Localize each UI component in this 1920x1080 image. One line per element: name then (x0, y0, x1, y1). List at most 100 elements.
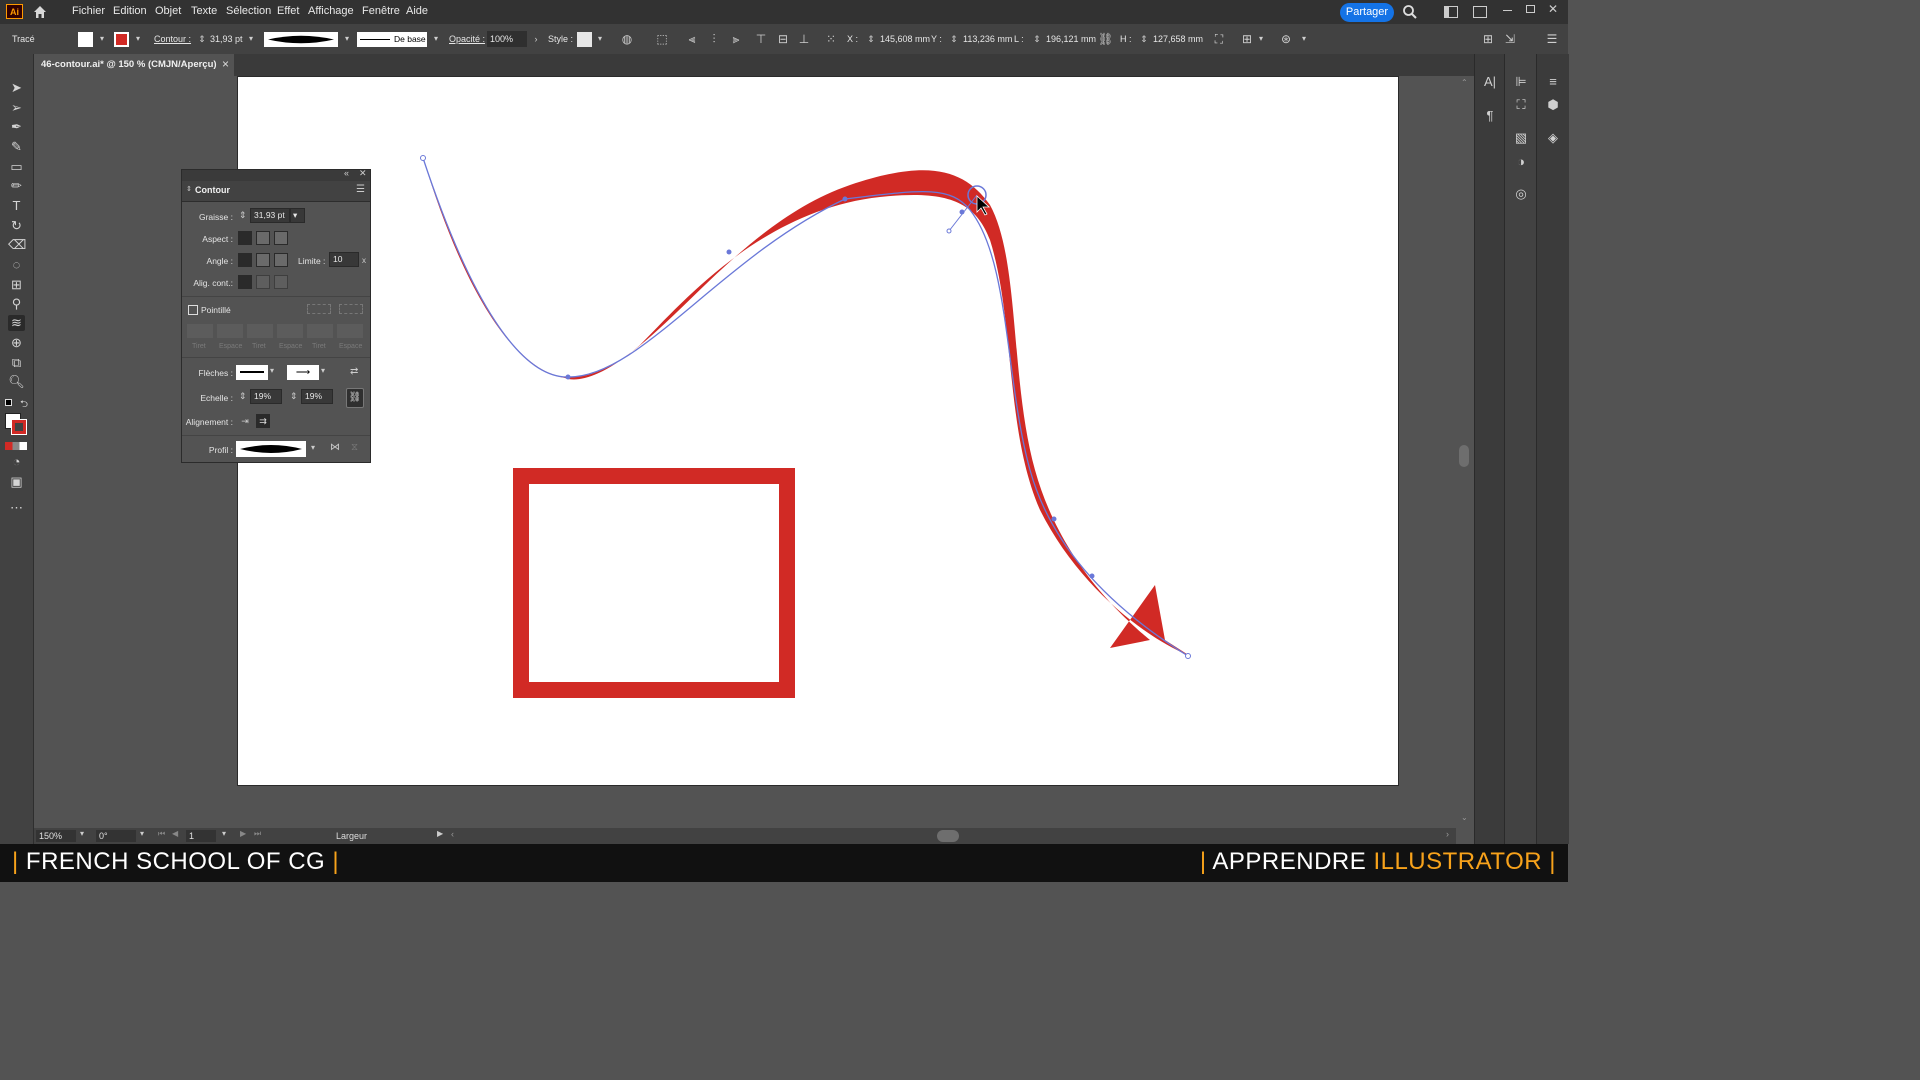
dash-align-ends-icon (339, 304, 363, 314)
properties-panel-dock: ⊫ ⛶ ▧ ◑ ◎ (1504, 54, 1537, 844)
panel-header[interactable]: « ✕ (182, 168, 370, 181)
dashed-line-checkbox[interactable] (188, 305, 198, 315)
start-scale-field[interactable]: 19% (250, 389, 282, 404)
footer-course-prefix: APPRENDRE (1212, 848, 1367, 875)
last-artboard-icon[interactable]: ⏭ (254, 829, 261, 839)
stepper-icon[interactable]: ⇕ (239, 391, 247, 402)
paragraph-panel-icon[interactable]: ¶ (1481, 108, 1499, 124)
panel-tab-arrows-icon[interactable]: ⇕ (186, 185, 192, 193)
start-arrowhead-select[interactable] (236, 365, 268, 380)
anchor-point[interactable] (842, 196, 848, 202)
dash-align-corners-icon (307, 304, 331, 314)
swap-arrowheads-icon[interactable]: ⇄ (350, 366, 358, 377)
gap-label: Espace (339, 343, 363, 350)
dash-field (187, 324, 213, 338)
width-handle[interactable] (946, 228, 952, 234)
artboard-number-field[interactable]: 1 (186, 830, 216, 842)
contour-panel-title[interactable]: Contour (195, 185, 230, 195)
footer-separator: | (12, 848, 19, 875)
weight-field[interactable]: 31,93 pt (250, 208, 290, 223)
footer-course-name: ILLUSTRATOR (1373, 848, 1543, 875)
chevron-down-icon[interactable]: ▾ (270, 366, 274, 375)
gap-label: Espace (279, 343, 303, 350)
anchor-point[interactable] (1185, 653, 1191, 659)
dashed-line-label: Pointillé (201, 305, 231, 315)
vertical-scroll-thumb[interactable] (1459, 445, 1469, 467)
arrow-extend-button[interactable]: ⇥ (238, 414, 252, 428)
width-profile-select[interactable] (236, 441, 306, 457)
anchor-point[interactable] (420, 155, 426, 161)
round-join-button[interactable] (256, 253, 270, 267)
gap-field (277, 324, 303, 338)
panel-menu-icon[interactable]: ☰ (356, 184, 365, 195)
bevel-join-button[interactable] (274, 253, 288, 267)
anchor-point[interactable] (726, 249, 732, 255)
miter-join-button[interactable] (238, 253, 252, 267)
chevron-down-icon[interactable]: ▾ (80, 829, 84, 838)
scale-label: Echelle : (200, 393, 233, 403)
flip-along-icon[interactable]: ⋈ (330, 442, 340, 453)
dash-label: Tiret (312, 343, 326, 350)
transparency-panel-icon[interactable]: ◑ (1512, 154, 1530, 170)
gap-field (217, 324, 243, 338)
dash-label: Tiret (252, 343, 266, 350)
corner-label: Angle : (206, 256, 233, 266)
status-menu-icon[interactable]: ▶ (437, 829, 443, 838)
footer-right-brand: | APPRENDRE ILLUSTRATOR | (1200, 848, 1556, 876)
appearance-panel-icon[interactable]: ◎ (1512, 186, 1530, 202)
link-scale-icon[interactable]: ⛓ (346, 388, 364, 408)
chevron-down-icon[interactable]: ▾ (311, 443, 315, 452)
panel-tab: ⇕ Contour ☰ (182, 181, 370, 202)
collapse-panel-icon[interactable]: « (344, 168, 349, 178)
align-panel-icon[interactable]: ⊫ (1512, 74, 1530, 90)
stepper-icon[interactable]: ⇕ (239, 210, 247, 221)
alignment-label: Alignement : (185, 417, 233, 427)
contour-panel: « ✕ ⇕ Contour ☰ Graisse : ⇕ 31,93 pt ▾ A… (181, 168, 371, 463)
next-artboard-icon[interactable]: ▶ (240, 829, 246, 838)
anchor-point[interactable] (1051, 516, 1057, 522)
libraries-panel-icon[interactable]: ⬢ (1544, 97, 1562, 113)
character-panel-icon[interactable]: A| (1481, 74, 1499, 90)
arrow-place-at-end-button[interactable]: ⇉ (256, 414, 270, 428)
gradient-panel-icon[interactable]: ▧ (1512, 130, 1530, 146)
horizontal-scroll-thumb[interactable] (937, 830, 959, 842)
end-arrowhead-select[interactable]: ⟶ (287, 365, 319, 380)
gap-label: Espace (219, 343, 243, 350)
scroll-up-icon[interactable]: ⌃ (1461, 78, 1468, 87)
scroll-right-icon[interactable]: › (1446, 829, 1449, 839)
chevron-down-icon[interactable]: ▾ (140, 829, 144, 838)
align-inside-stroke-button (256, 275, 270, 289)
transform-panel-icon[interactable]: ⛶ (1512, 97, 1530, 113)
red-width-stroke[interactable] (423, 158, 1190, 656)
scroll-down-icon[interactable]: ⌄ (1461, 813, 1468, 822)
dash-label: Tiret (192, 343, 206, 350)
chevron-down-icon[interactable]: ▾ (321, 366, 325, 375)
limit-field[interactable]: 10 (329, 252, 359, 267)
close-panel-icon[interactable]: ✕ (359, 168, 367, 179)
align-center-stroke-button[interactable] (238, 275, 252, 289)
weight-dropdown[interactable]: ▾ (290, 208, 305, 223)
footer-school-name: FRENCH SCHOOL OF CG (25, 848, 326, 875)
properties-panel-icon[interactable]: ≡ (1544, 74, 1562, 90)
footer-separator: | (332, 848, 340, 875)
first-artboard-icon[interactable]: ⏮ (158, 829, 165, 839)
previous-artboard-icon[interactable]: ◀ (172, 829, 178, 838)
red-rectangle[interactable] (513, 468, 795, 698)
end-scale-field[interactable]: 19% (301, 389, 333, 404)
scroll-left-icon[interactable]: ‹ (451, 829, 454, 839)
align-stroke-label: Alig. cont.: (193, 278, 233, 288)
dash-field (247, 324, 273, 338)
anchor-point[interactable] (565, 374, 571, 380)
round-cap-button[interactable] (256, 231, 270, 245)
chevron-down-icon[interactable]: ▾ (222, 829, 226, 838)
weight-label: Graisse : (198, 212, 233, 222)
zoom-field[interactable]: 150% (36, 830, 76, 842)
anchor-point[interactable] (1089, 573, 1095, 579)
projecting-cap-button[interactable] (274, 231, 288, 245)
current-tool-label: Largeur (336, 831, 368, 841)
stepper-icon[interactable]: ⇕ (290, 391, 298, 402)
butt-cap-button[interactable] (238, 231, 252, 245)
selected-path (422, 157, 1189, 657)
layers-panel-icon[interactable]: ◈ (1544, 130, 1562, 146)
rotation-field[interactable]: 0° (96, 830, 136, 842)
